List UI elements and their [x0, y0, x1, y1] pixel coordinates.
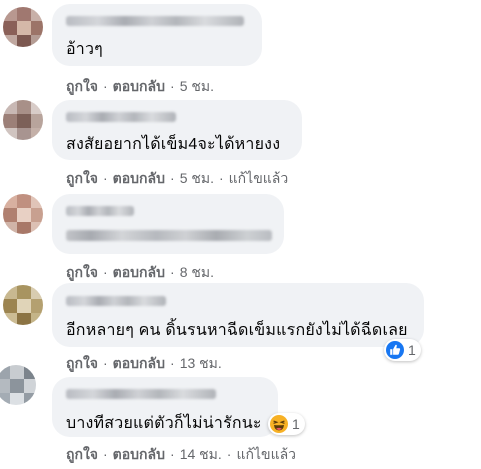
haha-reaction-icon [270, 415, 288, 433]
reaction-count: 1 [292, 416, 300, 432]
comment-bubble: อ้าวๆ [52, 4, 262, 66]
reply-link[interactable]: ตอบกลับ [113, 446, 165, 462]
comment-bubble: อีกหลายๆ คน ดิ้นรนหาฉีดเข็มแรกยังไม่ได้ฉ… [52, 283, 424, 347]
like-link[interactable]: ถูกใจ [66, 355, 98, 371]
reply-link[interactable]: ตอบกลับ [113, 78, 165, 94]
reaction-badge[interactable]: 1 [268, 413, 305, 435]
avatar[interactable] [3, 7, 43, 47]
like-link[interactable]: ถูกใจ [66, 446, 98, 462]
separator: · [103, 355, 108, 371]
separator: · [170, 264, 175, 280]
comment-text: สงสัยอยากได้เข็ม4จะได้หายงง [66, 136, 281, 153]
separator: · [218, 170, 224, 186]
like-link[interactable]: ถูกใจ [66, 78, 98, 94]
comment-bubble: สงสัยอยากได้เข็ม4จะได้หายงง [52, 100, 302, 160]
comment-actions: ถูกใจ · ตอบกลับ · 5 ชม. [66, 76, 214, 98]
comment-actions: ถูกใจ · ตอบกลับ · 8 ชม. [66, 262, 214, 284]
commenter-name[interactable] [66, 296, 166, 306]
edited-label[interactable]: แก้ไขแล้ว [229, 170, 289, 186]
like-link[interactable]: ถูกใจ [66, 170, 98, 186]
separator: · [170, 355, 175, 371]
like-link[interactable]: ถูกใจ [66, 264, 98, 280]
avatar[interactable] [3, 285, 43, 325]
reply-link[interactable]: ตอบกลับ [113, 170, 165, 186]
comment-text: อีกหลายๆ คน ดิ้นรนหาฉีดเข็มแรกยังไม่ได้ฉ… [66, 322, 408, 339]
comment-bubble: บางทีสวยแต่ตัวก็ไม่น่ารักนะ [52, 377, 278, 437]
separator: · [226, 446, 232, 462]
edited-label[interactable]: แก้ไขแล้ว [236, 446, 296, 462]
timestamp[interactable]: 5 ชม. [180, 170, 214, 186]
commenter-name[interactable] [66, 389, 216, 399]
timestamp[interactable]: 5 ชม. [180, 78, 214, 94]
comment-bubble [52, 194, 284, 254]
separator: · [103, 264, 108, 280]
comment-text-blurred [66, 230, 272, 241]
separator: · [103, 78, 108, 94]
avatar[interactable] [0, 365, 36, 405]
separator: · [170, 78, 175, 94]
timestamp[interactable]: 13 ชม. [180, 355, 222, 371]
reply-link[interactable]: ตอบกลับ [113, 264, 165, 280]
like-reaction-icon [386, 341, 404, 359]
reaction-badge[interactable]: 1 [384, 339, 421, 361]
commenter-name[interactable] [66, 206, 134, 216]
comment-actions: ถูกใจ · ตอบกลับ · 5 ชม. · แก้ไขแล้ว [66, 168, 288, 190]
comment-actions: ถูกใจ · ตอบกลับ · 14 ชม. · แก้ไขแล้ว [66, 444, 296, 466]
avatar[interactable] [3, 194, 43, 234]
reply-link[interactable]: ตอบกลับ [113, 355, 165, 371]
commenter-name[interactable] [66, 16, 244, 26]
comment-text: อ้าวๆ [66, 41, 103, 58]
separator: · [103, 446, 108, 462]
reaction-count: 1 [408, 342, 416, 358]
separator: · [170, 170, 175, 186]
timestamp[interactable]: 8 ชม. [180, 264, 214, 280]
avatar[interactable] [3, 100, 43, 140]
separator: · [170, 446, 175, 462]
comment-thread: อ้าวๆ ถูกใจ · ตอบกลับ · 5 ชม. สงสัยอยากได้เข… [0, 0, 481, 469]
timestamp[interactable]: 14 ชม. [180, 446, 222, 462]
comment-actions: ถูกใจ · ตอบกลับ · 13 ชม. [66, 353, 222, 375]
comment-text: บางทีสวยแต่ตัวก็ไม่น่ารักนะ [66, 415, 262, 432]
separator: · [103, 170, 108, 186]
commenter-name[interactable] [66, 112, 176, 122]
